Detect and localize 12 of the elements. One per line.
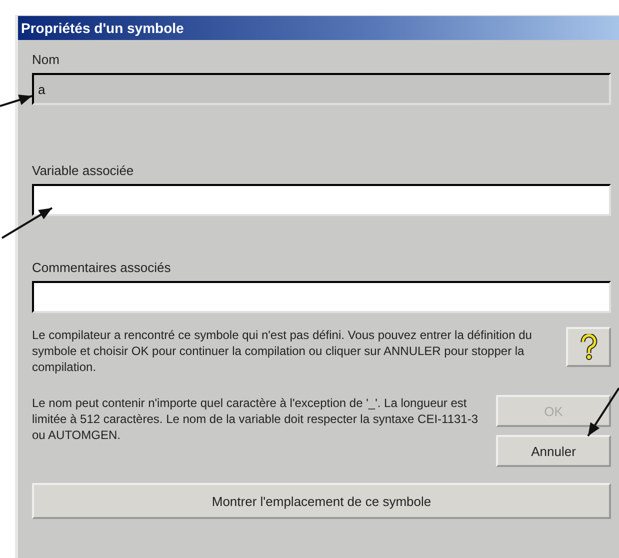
input-field[interactable] (32, 281, 611, 313)
show-location-button[interactable]: Montrer l'emplacement de ce symbole (32, 483, 611, 519)
window-title: Propriétés d'un symbole (18, 16, 619, 40)
help-button[interactable] (566, 327, 611, 367)
help-icon (578, 334, 600, 360)
field-label: Variable associée (32, 163, 135, 178)
field-label: Nom (32, 52, 60, 67)
input-field[interactable] (32, 184, 611, 216)
field-label: Commentaires associés (32, 260, 172, 275)
info-text: Le nom peut contenir n'importe quel caractère à l'exception de '_'. La longueur est limitée à 512 caractères. Le nom de la variable doit respecter la syntaxe CEI-1131-3 ou AUTOMGEN. (32, 395, 480, 443)
dialog-button[interactable]: Annuler (496, 435, 611, 467)
info-text: Le compilateur a rencontré ce symbole qui n'est pas défini. Vous pouvez entrer la définition du symbole et choisir OK pour continuer la compilation ou cliquer sur ANNULER pour stopper la compilation. (32, 327, 533, 375)
